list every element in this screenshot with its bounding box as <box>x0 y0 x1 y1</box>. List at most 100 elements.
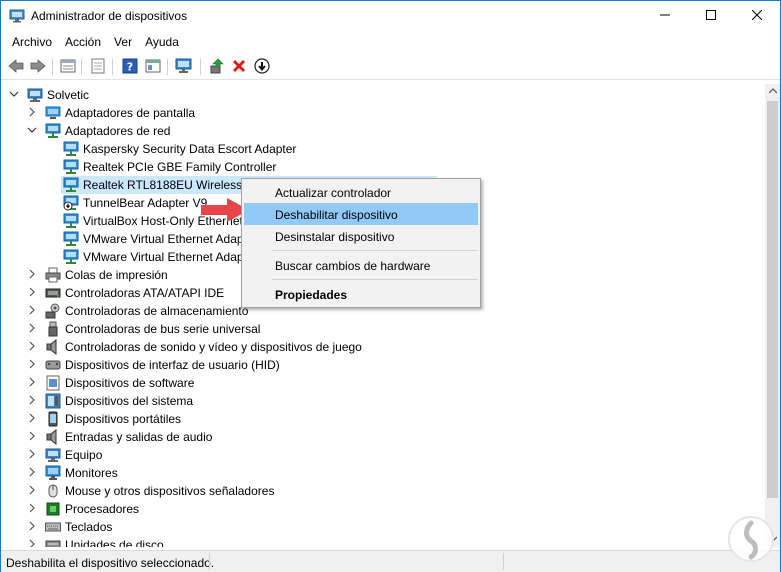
tree-device-3[interactable]: Realtek PCIe GBE Family Controller <box>1 158 761 176</box>
expand-chevron-icon[interactable] <box>27 521 37 533</box>
system-device-icon <box>45 393 61 409</box>
computer-icon <box>45 447 61 463</box>
tree-item-label: Dispositivos de interfaz de usuario (HID… <box>65 358 280 372</box>
minimize-icon <box>660 9 670 23</box>
tree-category-17[interactable]: Dispositivos portátiles <box>1 410 761 428</box>
scroll-up-button[interactable] <box>765 84 780 99</box>
ctx-disable-device[interactable]: Deshabilitar dispositivo <box>244 203 478 225</box>
tree-category-1[interactable]: Adaptadores de red <box>1 122 761 140</box>
expand-chevron-icon[interactable] <box>27 449 37 461</box>
tree-item-label: Procesadores <box>65 502 140 516</box>
tree-item-label: Realtek PCIe GBE Family Controller <box>83 160 277 174</box>
expand-chevron-icon[interactable] <box>27 485 37 497</box>
tree-item-label: Monitores <box>65 466 118 480</box>
network-adapter-disabled-icon <box>63 195 79 211</box>
expand-chevron-icon[interactable] <box>27 377 37 389</box>
tree-category-12[interactable]: Controladoras de bus serie universal <box>1 320 761 338</box>
help-button[interactable]: ? <box>121 58 139 76</box>
ctx-properties[interactable]: Propiedades <box>244 283 478 305</box>
tree-category-14[interactable]: Dispositivos de interfaz de usuario (HID… <box>1 356 761 374</box>
expand-chevron-icon[interactable] <box>27 107 37 119</box>
tree-category-18[interactable]: Entradas y salidas de audio <box>1 428 761 446</box>
ctx-scan-hardware[interactable]: Buscar cambios de hardware <box>244 254 478 276</box>
tree-category-24[interactable]: Unidades de disco <box>1 536 761 547</box>
expand-chevron-icon[interactable] <box>27 413 37 425</box>
status-text: Deshabilita el dispositivo seleccionado. <box>6 556 215 570</box>
tree-item-label: Teclados <box>65 520 113 534</box>
close-button[interactable] <box>734 1 780 31</box>
tree-category-21[interactable]: Mouse y otros dispositivos señaladores <box>1 482 761 500</box>
tree-category-19[interactable]: Equipo <box>1 446 761 464</box>
menu-archivo[interactable]: Archivo <box>5 32 58 53</box>
context-menu: Actualizar controlador Deshabilitar disp… <box>241 178 481 308</box>
ctx-update-driver[interactable]: Actualizar controlador <box>244 181 478 203</box>
tree-item-label: TunnelBear Adapter V9 <box>83 196 208 210</box>
hid-icon <box>45 357 61 373</box>
network-adapter-icon <box>63 213 79 229</box>
maximize-button[interactable] <box>688 1 734 31</box>
properties-button[interactable] <box>59 58 77 76</box>
speaker-icon <box>45 338 61 356</box>
tree-item-label: Adaptadores de pantalla <box>65 106 196 120</box>
ctx-uninstall-device[interactable]: Desinstalar dispositivo <box>244 225 478 247</box>
close-icon <box>751 9 763 23</box>
collapse-chevron-icon[interactable] <box>27 125 37 137</box>
tree-category-15[interactable]: Dispositivos de software <box>1 374 761 392</box>
tree-item-label: Unidades de disco <box>65 538 164 547</box>
tree-category-13[interactable]: Controladoras de sonido y vídeo y dispos… <box>1 338 761 356</box>
watermark-logo-icon <box>728 516 774 562</box>
back-button[interactable] <box>7 58 25 76</box>
disk-drive-icon <box>45 537 61 547</box>
display-adapter-icon <box>45 105 61 121</box>
processor-icon <box>45 501 61 517</box>
device-tree[interactable]: Solvetic Adaptadores de pantalla Adaptado… <box>1 84 765 547</box>
tree-item-label: Dispositivos portátiles <box>65 412 182 426</box>
disable-device-button[interactable] <box>253 57 271 77</box>
tree-category-23[interactable]: Teclados <box>1 518 761 536</box>
expand-chevron-icon[interactable] <box>27 323 37 335</box>
vertical-scrollbar[interactable] <box>765 84 780 547</box>
expand-chevron-icon[interactable] <box>27 287 37 299</box>
tree-category-16[interactable]: Dispositivos del sistema <box>1 392 761 410</box>
tree-item-label: Mouse y otros dispositivos señaladores <box>65 484 275 498</box>
update-driver-icon <box>209 58 225 77</box>
expand-chevron-icon[interactable] <box>27 359 37 371</box>
expand-chevron-icon[interactable] <box>27 467 37 479</box>
scan-hardware-button[interactable] <box>175 58 193 76</box>
print-button[interactable] <box>89 58 107 76</box>
title-bar[interactable]: Administrador de dispositivos <box>1 1 780 31</box>
tree-item-label: Adaptadores de red <box>65 124 171 138</box>
tree-category-0[interactable]: Adaptadores de pantalla <box>1 104 761 122</box>
disable-device-icon <box>254 57 270 77</box>
update-driver-button[interactable] <box>208 58 226 76</box>
expand-chevron-icon[interactable] <box>27 341 37 353</box>
tree-root[interactable]: Solvetic <box>1 86 761 104</box>
view-button[interactable] <box>144 58 162 76</box>
print-queue-icon <box>45 267 61 283</box>
tree-item-label: Dispositivos de software <box>65 376 195 390</box>
tree-category-20[interactable]: Monitores <box>1 464 761 482</box>
tree-device-2[interactable]: Kaspersky Security Data Escort Adapter <box>1 140 761 158</box>
network-adapter-icon <box>63 177 79 193</box>
tree-root-label: Solvetic <box>47 88 90 102</box>
forward-button[interactable] <box>29 58 47 76</box>
minimize-button[interactable] <box>642 1 688 31</box>
collapse-chevron-icon[interactable] <box>9 89 19 101</box>
menu-ver[interactable]: Ver <box>107 32 138 53</box>
software-device-icon <box>45 375 61 391</box>
expand-chevron-icon[interactable] <box>27 269 37 281</box>
menu-accion[interactable]: Acción <box>58 32 107 53</box>
properties-icon <box>60 58 76 77</box>
uninstall-button[interactable] <box>230 58 248 76</box>
scroll-thumb[interactable] <box>767 101 778 498</box>
expand-chevron-icon[interactable] <box>27 305 37 317</box>
expand-chevron-icon[interactable] <box>27 503 37 515</box>
expand-chevron-icon[interactable] <box>27 395 37 407</box>
uninstall-icon <box>232 59 246 76</box>
mouse-icon <box>45 483 61 499</box>
storage-controller-icon <box>45 303 61 319</box>
expand-chevron-icon[interactable] <box>27 431 37 443</box>
menu-ayuda[interactable]: Ayuda <box>138 32 185 53</box>
expand-chevron-icon[interactable] <box>27 539 37 547</box>
tree-category-22[interactable]: Procesadores <box>1 500 761 518</box>
